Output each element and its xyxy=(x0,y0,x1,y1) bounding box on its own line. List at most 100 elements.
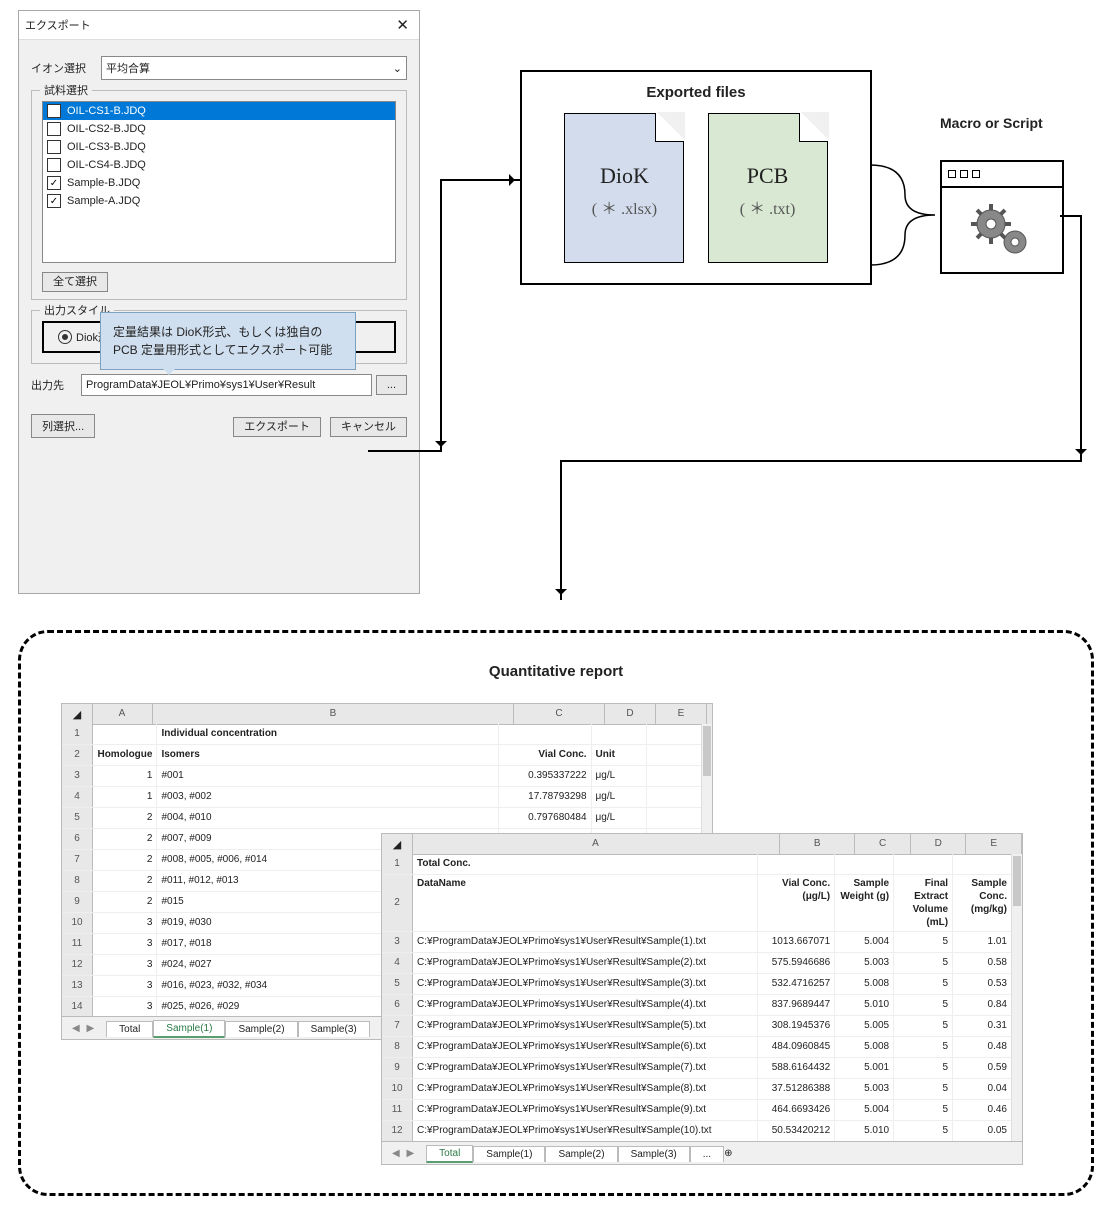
col-header[interactable]: D xyxy=(911,834,967,854)
arrow-right-icon xyxy=(440,179,520,181)
close-icon[interactable]: ✕ xyxy=(392,16,413,34)
col-header[interactable]: E xyxy=(656,704,707,724)
table-row[interactable]: 2DataNameVial Conc. (μg/L)Sample Weight … xyxy=(382,875,1012,932)
tooltip: 定量結果は DioK形式、もしくは独自の PCB 定量用形式としてエクスポート可… xyxy=(100,312,356,370)
checkbox-icon[interactable] xyxy=(47,158,61,172)
diok-file-icon: DioK ( ＊ .xlsx) xyxy=(564,113,684,263)
scrollbar[interactable] xyxy=(1011,854,1022,1142)
cancel-button[interactable]: キャンセル xyxy=(330,417,407,437)
row-header[interactable]: 6 xyxy=(382,995,413,1015)
select-all-button[interactable]: 全て選択 xyxy=(42,272,108,292)
row-header[interactable]: 8 xyxy=(62,871,93,891)
table-row[interactable]: 31#0010.395337222μg/L xyxy=(62,766,702,787)
select-all-corner[interactable]: ◢ xyxy=(382,834,413,855)
sheet-tab[interactable]: ... xyxy=(690,1146,724,1162)
table-row[interactable]: 9C:¥ProgramData¥JEOL¥Primo¥sys1¥User¥Res… xyxy=(382,1058,1012,1079)
browse-button[interactable]: ... xyxy=(376,375,407,395)
table-row[interactable]: 4C:¥ProgramData¥JEOL¥Primo¥sys1¥User¥Res… xyxy=(382,953,1012,974)
table-row[interactable]: 6C:¥ProgramData¥JEOL¥Primo¥sys1¥User¥Res… xyxy=(382,995,1012,1016)
output-label: 出力先 xyxy=(31,377,81,393)
radio-on-icon xyxy=(58,330,72,344)
checkbox-icon[interactable] xyxy=(47,122,61,136)
dialog-title: エクスポート xyxy=(25,17,91,33)
output-path-field[interactable]: ProgramData¥JEOL¥Primo¥sys1¥User¥Result xyxy=(81,374,372,396)
col-header[interactable]: C xyxy=(855,834,911,854)
sheet-tabs[interactable]: ◀ ▶ TotalSample(1)Sample(2)Sample(3)... ⊕ xyxy=(382,1141,1022,1164)
row-header[interactable]: 8 xyxy=(382,1037,413,1057)
select-all-corner[interactable]: ◢ xyxy=(62,704,93,725)
connector-line xyxy=(1060,215,1080,217)
table-row[interactable]: 5C:¥ProgramData¥JEOL¥Primo¥sys1¥User¥Res… xyxy=(382,974,1012,995)
sample-item[interactable]: ✓Sample-B.JDQ xyxy=(43,174,395,192)
row-header[interactable]: 3 xyxy=(62,766,93,786)
table-row[interactable]: 2HomologueIsomersVial Conc.Unit xyxy=(62,745,702,766)
row-header[interactable]: 4 xyxy=(382,953,413,973)
table-row[interactable]: 8C:¥ProgramData¥JEOL¥Primo¥sys1¥User¥Res… xyxy=(382,1037,1012,1058)
row-header[interactable]: 10 xyxy=(382,1079,413,1099)
row-header[interactable]: 5 xyxy=(62,808,93,828)
col-header[interactable]: A xyxy=(412,834,780,854)
sample-item[interactable]: OIL-CS4-B.JDQ xyxy=(43,156,395,174)
checkbox-icon[interactable]: ✓ xyxy=(47,176,61,190)
checkbox-icon[interactable] xyxy=(47,104,61,118)
table-row[interactable]: 11C:¥ProgramData¥JEOL¥Primo¥sys1¥User¥Re… xyxy=(382,1100,1012,1121)
col-header[interactable]: B xyxy=(153,704,514,724)
col-header[interactable]: A xyxy=(92,704,153,724)
table-row[interactable]: 3C:¥ProgramData¥JEOL¥Primo¥sys1¥User¥Res… xyxy=(382,932,1012,953)
spreadsheet-total[interactable]: ◢ ABCDE 1Total Conc.2DataNameVial Conc. … xyxy=(381,833,1023,1165)
tab-nav-icon[interactable]: ◀ ▶ xyxy=(72,1023,96,1034)
row-header[interactable]: 7 xyxy=(382,1016,413,1036)
macro-window-icon xyxy=(940,160,1064,274)
table-row[interactable]: 52#004, #0100.797680484μg/L xyxy=(62,808,702,829)
row-header[interactable]: 2 xyxy=(382,875,413,931)
col-header[interactable]: B xyxy=(780,834,855,854)
col-header[interactable]: C xyxy=(514,704,605,724)
checkbox-icon[interactable]: ✓ xyxy=(47,194,61,208)
sample-item[interactable]: OIL-CS3-B.JDQ xyxy=(43,138,395,156)
sheet-tab[interactable]: Total xyxy=(426,1145,473,1163)
row-header[interactable]: 5 xyxy=(382,974,413,994)
sheet-tab[interactable]: Sample(2) xyxy=(545,1146,617,1162)
table-row[interactable]: 7C:¥ProgramData¥JEOL¥Primo¥sys1¥User¥Res… xyxy=(382,1016,1012,1037)
ion-select[interactable]: 平均合算 ⌄ xyxy=(101,56,407,80)
row-header[interactable]: 14 xyxy=(62,997,93,1017)
export-button[interactable]: エクスポート xyxy=(233,417,321,437)
row-header[interactable]: 6 xyxy=(62,829,93,849)
sheet-tab[interactable]: Sample(1) xyxy=(473,1146,545,1162)
row-header[interactable]: 11 xyxy=(382,1100,413,1120)
col-header[interactable]: D xyxy=(605,704,656,724)
row-header[interactable]: 1 xyxy=(62,724,93,744)
checkbox-icon[interactable] xyxy=(47,140,61,154)
add-sheet-icon[interactable]: ⊕ xyxy=(724,1148,732,1159)
col-header[interactable]: E xyxy=(966,834,1022,854)
row-header[interactable]: 3 xyxy=(382,932,413,952)
row-header[interactable]: 2 xyxy=(62,745,93,765)
table-row[interactable]: 12C:¥ProgramData¥JEOL¥Primo¥sys1¥User¥Re… xyxy=(382,1121,1012,1142)
table-row[interactable]: 1Total Conc. xyxy=(382,854,1012,875)
table-row[interactable]: 41#003, #00217.78793298μg/L xyxy=(62,787,702,808)
row-header[interactable]: 1 xyxy=(382,854,413,874)
row-header[interactable]: 12 xyxy=(382,1121,413,1141)
row-header[interactable]: 4 xyxy=(62,787,93,807)
tab-nav-icon[interactable]: ◀ ▶ xyxy=(392,1148,416,1159)
sample-item[interactable]: OIL-CS1-B.JDQ xyxy=(43,102,395,120)
row-header[interactable]: 9 xyxy=(382,1058,413,1078)
row-header[interactable]: 9 xyxy=(62,892,93,912)
row-header[interactable]: 13 xyxy=(62,976,93,996)
report-panel: Quantitative report ◢ ABCDE 1Individual … xyxy=(18,630,1094,1196)
row-header[interactable]: 10 xyxy=(62,913,93,933)
sheet-tab[interactable]: Sample(2) xyxy=(225,1021,297,1037)
sheet-tab[interactable]: Sample(3) xyxy=(618,1146,690,1162)
sample-list[interactable]: OIL-CS1-B.JDQOIL-CS2-B.JDQOIL-CS3-B.JDQO… xyxy=(42,101,396,263)
table-row[interactable]: 10C:¥ProgramData¥JEOL¥Primo¥sys1¥User¥Re… xyxy=(382,1079,1012,1100)
sheet-tab[interactable]: Sample(1) xyxy=(153,1020,225,1038)
sample-item[interactable]: OIL-CS2-B.JDQ xyxy=(43,120,395,138)
row-header[interactable]: 11 xyxy=(62,934,93,954)
sample-item[interactable]: ✓Sample-A.JDQ xyxy=(43,192,395,210)
row-header[interactable]: 12 xyxy=(62,955,93,975)
table-row[interactable]: 1Individual concentration xyxy=(62,724,702,745)
sheet-tab[interactable]: Total xyxy=(106,1021,153,1037)
sheet-tab[interactable]: Sample(3) xyxy=(298,1021,370,1037)
column-select-button[interactable]: 列選択... xyxy=(31,414,95,438)
row-header[interactable]: 7 xyxy=(62,850,93,870)
